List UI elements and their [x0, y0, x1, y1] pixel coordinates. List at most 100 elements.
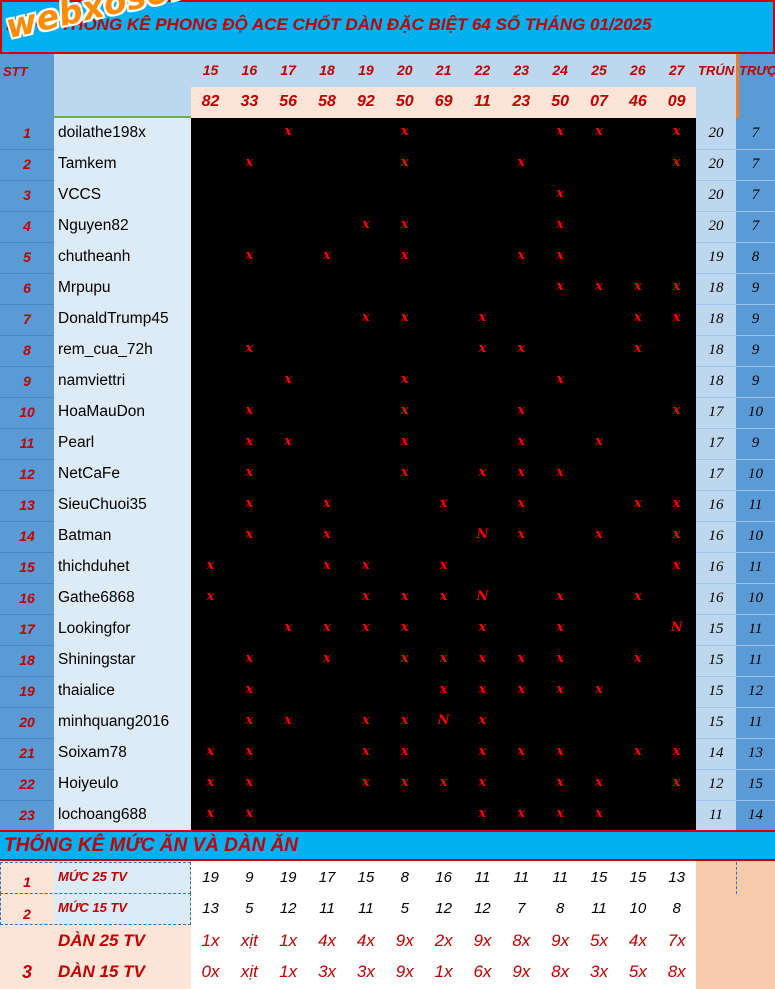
result-header-cell: 09 [667, 93, 686, 110]
miss-mark: x [245, 434, 254, 449]
result-header-cell: 33 [240, 93, 259, 110]
truot-count: 11 [748, 559, 763, 575]
miss-mark: x [400, 744, 409, 759]
truot-count: 9 [751, 435, 760, 451]
truot-count: 15 [748, 776, 763, 792]
trung-count: 20 [708, 125, 724, 141]
dan25-value: 2x [434, 931, 453, 950]
stats-stt-1: 1 [23, 874, 31, 890]
dan15-value: 9x [395, 962, 414, 981]
trung-count: 12 [708, 776, 724, 792]
row-stt: 17 [19, 621, 35, 637]
truot-count: 11 [748, 497, 763, 513]
miss-mark: x [206, 806, 215, 821]
miss-mark: x [362, 310, 370, 325]
miss-mark: x [284, 713, 293, 728]
trung-count: 16 [708, 528, 724, 544]
miss-mark: x [439, 558, 448, 573]
row-stt: 9 [23, 373, 31, 389]
player-name: rem_cua_72h [58, 341, 153, 358]
miss-mark: x [556, 217, 565, 232]
row-stt: 1 [23, 125, 31, 141]
miss-mark: x [633, 496, 642, 511]
player-name: VCCS [58, 186, 102, 203]
miss-mark: x [400, 155, 409, 170]
dan15-value: 3x [590, 962, 608, 981]
row-stt: 23 [19, 807, 35, 823]
row-divider [696, 645, 775, 646]
miss-mark: x [284, 434, 293, 449]
miss-mark: x [245, 248, 254, 263]
truot-count: 7 [751, 125, 760, 141]
row-divider [696, 769, 775, 770]
miss-mark: x [517, 434, 526, 449]
truot-count: 9 [751, 373, 760, 389]
truot-count: 10 [748, 528, 763, 544]
dan25-label: DÀN 25 TV [58, 931, 145, 950]
player-name: Nguyen82 [58, 217, 129, 234]
row-divider [0, 769, 54, 770]
truot-header-label: TRƯỢT [739, 63, 775, 78]
result-header-cell: 46 [628, 93, 647, 110]
miss-mark: x [595, 527, 603, 542]
row-divider [696, 180, 775, 181]
miss-mark: x [478, 310, 487, 325]
miss-mark: x [245, 496, 254, 511]
miss-mark: x [595, 806, 603, 821]
row-divider [696, 211, 775, 212]
miss-mark: x [517, 744, 526, 759]
row-divider [0, 335, 54, 336]
miss-mark: x [478, 651, 487, 666]
miss-mark: x [400, 465, 409, 480]
miss-mark: x [323, 527, 331, 542]
miss-mark: x [517, 806, 526, 821]
miss-mark: x [245, 403, 254, 418]
trung-count: 11 [709, 807, 723, 823]
row-stt: 10 [19, 404, 35, 420]
truot-count: 9 [751, 342, 760, 358]
row-stt: 21 [19, 745, 35, 761]
row-stt: 8 [23, 342, 31, 358]
truot-count: 11 [748, 652, 763, 668]
miss-mark: x [556, 248, 565, 263]
miss-mark: x [478, 806, 487, 821]
muc15-value: 12 [435, 900, 452, 917]
player-name: Gathe6868 [58, 589, 135, 606]
trung-count: 15 [708, 621, 724, 637]
dan25-value: 5x [590, 931, 608, 950]
muc25-value: 9 [245, 869, 254, 886]
dan15-value: 1x [434, 962, 453, 981]
trung-count: 17 [708, 404, 724, 420]
miss-mark: x [245, 155, 254, 170]
muc25-value: 15 [629, 869, 647, 886]
row-stt: 12 [19, 466, 35, 482]
miss-mark: x [323, 620, 331, 635]
miss-mark: x [556, 806, 565, 821]
name-column-header [54, 54, 191, 118]
miss-mark: x [323, 496, 331, 511]
muc25-value: 15 [357, 869, 375, 886]
miss-mark: x [400, 217, 409, 232]
miss-mark: x [284, 124, 293, 139]
trung-count: 18 [708, 311, 724, 327]
dan15-value: 0x [201, 962, 220, 981]
miss-mark: x [245, 682, 254, 697]
dan15-value: xịt [240, 962, 258, 981]
row-divider [0, 521, 54, 522]
row-stt: 16 [19, 590, 35, 606]
player-name: Tamkem [58, 155, 117, 172]
muc15-value: 12 [474, 900, 491, 917]
muc15-value: 8 [672, 900, 681, 917]
day-header-cell: 24 [552, 62, 568, 78]
row-stt: 5 [23, 249, 31, 265]
miss-mark: x [672, 279, 681, 294]
miss-mark: x [439, 682, 448, 697]
miss-mark: x [362, 775, 370, 790]
row-stt: 4 [23, 218, 31, 234]
miss-mark: x [633, 651, 642, 666]
row-stt: 3 [23, 187, 31, 203]
row-stt: 22 [19, 776, 35, 792]
trung-header-label: TRÚNG [698, 63, 735, 78]
stats-stt-3: 3 [21, 962, 32, 982]
miss-mark: x [206, 589, 215, 604]
